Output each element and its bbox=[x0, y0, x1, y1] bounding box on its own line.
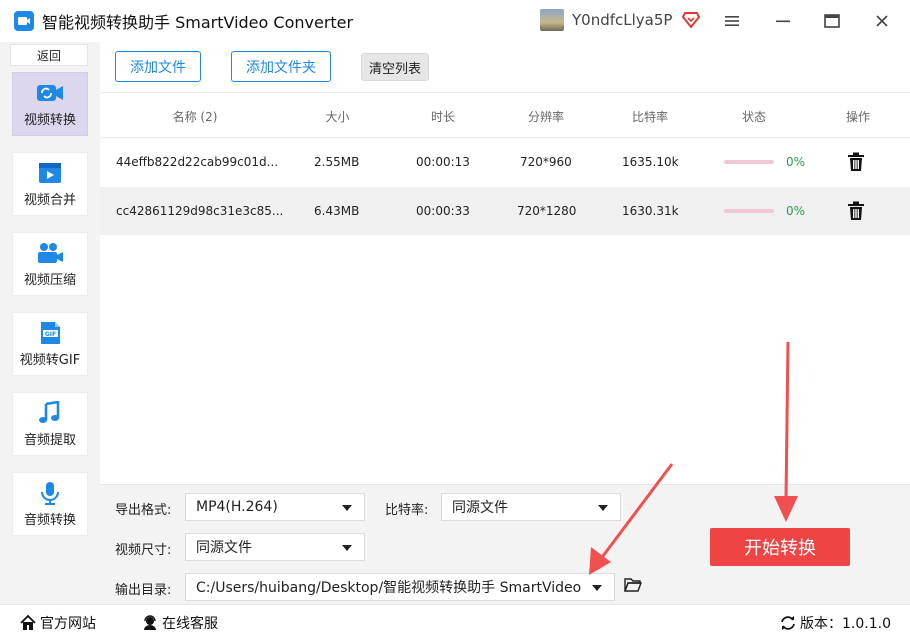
music-note-icon bbox=[39, 400, 60, 423]
file-duration: 00:00:33 bbox=[416, 204, 470, 218]
maximize-icon[interactable] bbox=[819, 8, 845, 34]
user-name[interactable]: Y0ndfcLlya5P bbox=[572, 11, 672, 29]
official-website-label: 官方网站 bbox=[40, 616, 96, 632]
version-info[interactable]: 版本：1.0.1.0 bbox=[780, 605, 891, 640]
bitrate-label: 比特率: bbox=[385, 503, 429, 518]
add-folder-button[interactable]: 添加文件夹 bbox=[231, 51, 331, 82]
column-header-duration: 时长 bbox=[430, 109, 455, 124]
menu-icon[interactable] bbox=[719, 8, 745, 34]
file-name: cc42861129d98c31e3c85... bbox=[116, 204, 284, 218]
sidebar: 返回 视频转换 视频合并 视频压缩 GIF 视频转GIF 音频提取 音频转换 bbox=[0, 42, 100, 604]
progress-percent: 0% bbox=[786, 155, 806, 169]
column-header-resolution: 分辨率 bbox=[527, 109, 564, 124]
format-select-value: MP4(H.264) bbox=[196, 499, 278, 515]
sidebar-item-label: 音频提取 bbox=[23, 432, 76, 448]
sidebar-item-audio-extract[interactable]: 音频提取 bbox=[12, 392, 88, 456]
bitrate-select-value: 同源文件 bbox=[452, 500, 508, 516]
column-header-size: 大小 bbox=[325, 109, 350, 124]
video-size-select[interactable]: 同源文件 bbox=[185, 533, 365, 561]
column-header-action: 操作 bbox=[845, 109, 870, 124]
support-agent-icon bbox=[144, 615, 156, 630]
status-bar: 官方网站 在线客服 版本：1.0.1.0 bbox=[0, 604, 910, 640]
sidebar-item-label: 视频转GIF bbox=[19, 352, 81, 368]
trash-icon[interactable] bbox=[847, 152, 865, 172]
progress-bar bbox=[724, 209, 774, 213]
sidebar-item-video-gif[interactable]: GIF 视频转GIF bbox=[12, 312, 88, 376]
video-convert-icon bbox=[37, 84, 63, 101]
chevron-down-icon bbox=[598, 505, 608, 511]
sidebar-item-label: 视频压缩 bbox=[23, 272, 76, 288]
sidebar-item-audio-convert[interactable]: 音频转换 bbox=[12, 472, 88, 536]
sidebar-item-label: 视频转换 bbox=[23, 112, 76, 128]
title-bar: 智能视频转换助手 SmartVideo Converter Y0ndfcLlya… bbox=[0, 0, 910, 42]
clear-list-button[interactable]: 清空列表 bbox=[361, 53, 429, 81]
home-icon bbox=[20, 615, 36, 630]
back-button[interactable]: 返回 bbox=[10, 44, 88, 66]
start-convert-button[interactable]: 开始转换 bbox=[710, 528, 850, 566]
output-settings-panel: 导出格式: MP4(H.264) 比特率: 同源文件 视频尺寸: 同源文件 输出… bbox=[100, 484, 910, 604]
sidebar-item-video-convert[interactable]: 视频转换 bbox=[12, 72, 88, 136]
version-label: 版本：1.0.1.0 bbox=[800, 616, 891, 632]
online-support-label: 在线客服 bbox=[162, 616, 218, 632]
file-name: 44effb822d22cab99c01d... bbox=[116, 155, 279, 169]
close-icon[interactable] bbox=[869, 8, 895, 34]
format-select[interactable]: MP4(H.264) bbox=[185, 493, 365, 521]
app-title: 智能视频转换助手 SmartVideo Converter bbox=[42, 13, 354, 32]
table-row[interactable]: 44effb822d22cab99c01d... 2.55MB 00:00:13… bbox=[100, 138, 910, 186]
minimize-icon[interactable] bbox=[770, 8, 796, 34]
app-logo-icon bbox=[14, 11, 34, 31]
refresh-icon bbox=[781, 616, 795, 630]
add-file-button[interactable]: 添加文件 bbox=[115, 51, 201, 82]
sidebar-item-video-compress[interactable]: 视频压缩 bbox=[12, 232, 88, 296]
trash-icon[interactable] bbox=[847, 201, 865, 221]
table-header: 名称 (2) 大小 时长 分辨率 比特率 状态 操作 bbox=[100, 92, 910, 138]
progress-percent: 0% bbox=[786, 204, 806, 218]
folder-open-icon[interactable] bbox=[624, 577, 642, 593]
file-duration: 00:00:13 bbox=[416, 155, 470, 169]
file-resolution: 720*960 bbox=[520, 155, 572, 169]
vip-diamond-icon[interactable] bbox=[682, 12, 701, 28]
video-merge-icon bbox=[39, 162, 61, 183]
output-dir-select[interactable]: C:/Users/huibang/Desktop/智能视频转换助手 SmartV… bbox=[185, 573, 615, 601]
bitrate-select[interactable]: 同源文件 bbox=[441, 493, 621, 521]
output-dir-value: C:/Users/huibang/Desktop/智能视频转换助手 SmartV… bbox=[196, 580, 582, 596]
online-support-link[interactable]: 在线客服 bbox=[142, 605, 218, 640]
file-resolution: 720*1280 bbox=[517, 204, 577, 218]
gif-icon: GIF bbox=[41, 321, 60, 344]
sidebar-item-video-merge[interactable]: 视频合并 bbox=[12, 152, 88, 216]
official-website-link[interactable]: 官方网站 bbox=[20, 605, 96, 640]
column-header-name: 名称 (2) bbox=[172, 109, 218, 124]
svg-text:GIF: GIF bbox=[45, 331, 56, 338]
sidebar-item-label: 视频合并 bbox=[23, 192, 76, 208]
file-size: 6.43MB bbox=[314, 204, 360, 218]
user-area[interactable]: Y0ndfcLlya5P bbox=[540, 9, 701, 31]
chevron-down-icon bbox=[592, 585, 602, 591]
file-bitrate: 1630.31k bbox=[622, 204, 679, 218]
sidebar-item-label: 音频转换 bbox=[23, 512, 76, 528]
video-size-label: 视频尺寸: bbox=[115, 543, 172, 558]
column-header-bitrate: 比特率 bbox=[631, 109, 668, 124]
video-size-select-value: 同源文件 bbox=[196, 540, 252, 556]
chevron-down-icon bbox=[342, 545, 352, 551]
video-compress-icon bbox=[38, 242, 63, 263]
avatar[interactable] bbox=[540, 9, 564, 31]
file-bitrate: 1635.10k bbox=[622, 155, 679, 169]
file-size: 2.55MB bbox=[314, 155, 360, 169]
chevron-down-icon bbox=[342, 505, 352, 511]
table-row[interactable]: cc42861129d98c31e3c85... 6.43MB 00:00:33… bbox=[100, 187, 910, 235]
column-header-status: 状态 bbox=[741, 109, 766, 124]
microphone-icon bbox=[41, 481, 59, 505]
format-label: 导出格式: bbox=[115, 503, 172, 518]
output-dir-label: 输出目录: bbox=[115, 583, 172, 598]
progress-bar bbox=[724, 160, 774, 164]
